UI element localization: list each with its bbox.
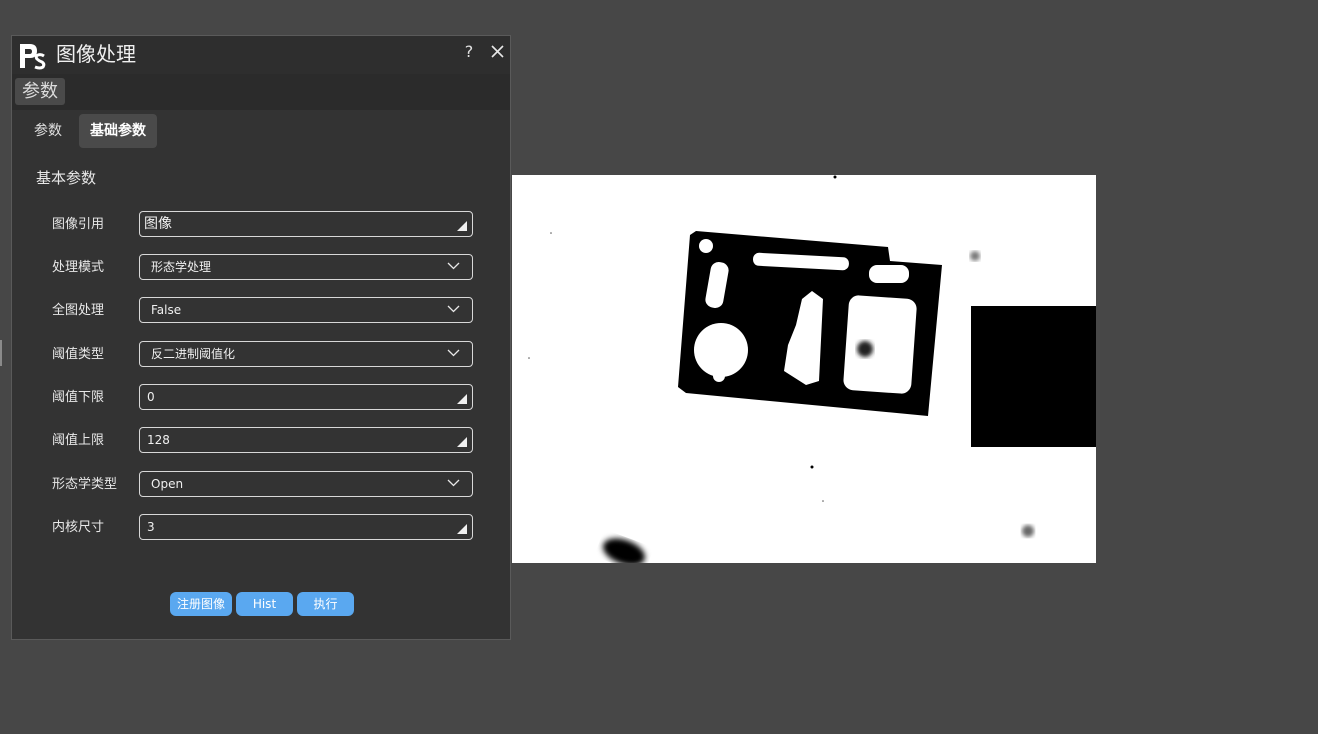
group-title: 基本参数 (36, 169, 97, 187)
threshold-upper-value: 128 (147, 433, 170, 447)
morph-type-value: Open (151, 477, 184, 491)
photoshop-logo-icon (18, 40, 46, 70)
kernel-size-field[interactable]: 3 (139, 514, 473, 540)
threshold-type-select[interactable]: 反二进制阈值化 (139, 341, 473, 367)
window-edge-handle (0, 340, 2, 366)
corner-triangle-icon (457, 221, 467, 231)
process-mode-select[interactable]: 形态学处理 (139, 254, 473, 280)
threshold-type-label: 阈值类型 (52, 347, 105, 362)
dialog-title: 图像处理 (56, 42, 136, 66)
corner-triangle-icon (457, 524, 467, 534)
dialog-titlebar[interactable]: 图像处理 ? (12, 36, 510, 74)
image-processing-dialog: 图像处理 ? 参数 参数 基础参数 基本参数 图像引用 图像 处理模式 形态学处… (11, 35, 511, 640)
corner-triangle-icon (457, 437, 467, 447)
binary-image (512, 175, 1096, 563)
section-label[interactable]: 参数 (15, 78, 65, 105)
full-image-select[interactable]: False (139, 297, 473, 323)
kernel-size-value: 3 (147, 520, 155, 534)
run-button[interactable]: 执行 (297, 592, 354, 616)
morph-type-select[interactable]: Open (139, 471, 473, 497)
threshold-type-value: 反二进制阈值化 (151, 347, 236, 361)
image-ref-label: 图像引用 (52, 217, 105, 232)
full-image-label: 全图处理 (52, 303, 105, 318)
section-bar: 参数 (12, 74, 510, 110)
processed-image-canvas[interactable] (512, 175, 1096, 563)
threshold-lower-label: 阈值下限 (52, 390, 105, 405)
help-button[interactable]: ? (460, 41, 478, 63)
chevron-down-icon (447, 262, 460, 270)
kernel-size-label: 内核尺寸 (52, 520, 105, 535)
close-icon (491, 45, 504, 58)
tab-basic-params[interactable]: 基础参数 (79, 114, 157, 148)
chevron-down-icon (447, 479, 460, 487)
process-mode-label: 处理模式 (52, 260, 105, 275)
image-ref-value: 图像 (144, 216, 172, 232)
register-image-button[interactable]: 注册图像 (170, 592, 232, 616)
chevron-down-icon (447, 305, 460, 313)
tab-params[interactable]: 参数 (26, 114, 70, 148)
threshold-lower-field[interactable]: 0 (139, 384, 473, 410)
hist-button[interactable]: Hist (236, 592, 293, 616)
full-image-value: False (151, 303, 182, 317)
threshold-lower-value: 0 (147, 390, 155, 404)
image-ref-field[interactable]: 图像 (139, 211, 473, 237)
corner-triangle-icon (457, 394, 467, 404)
close-button[interactable] (488, 42, 508, 62)
threshold-upper-field[interactable]: 128 (139, 427, 473, 453)
morph-type-label: 形态学类型 (52, 477, 118, 492)
threshold-upper-label: 阈值上限 (52, 433, 105, 448)
chevron-down-icon (447, 349, 460, 357)
process-mode-value: 形态学处理 (151, 260, 212, 274)
